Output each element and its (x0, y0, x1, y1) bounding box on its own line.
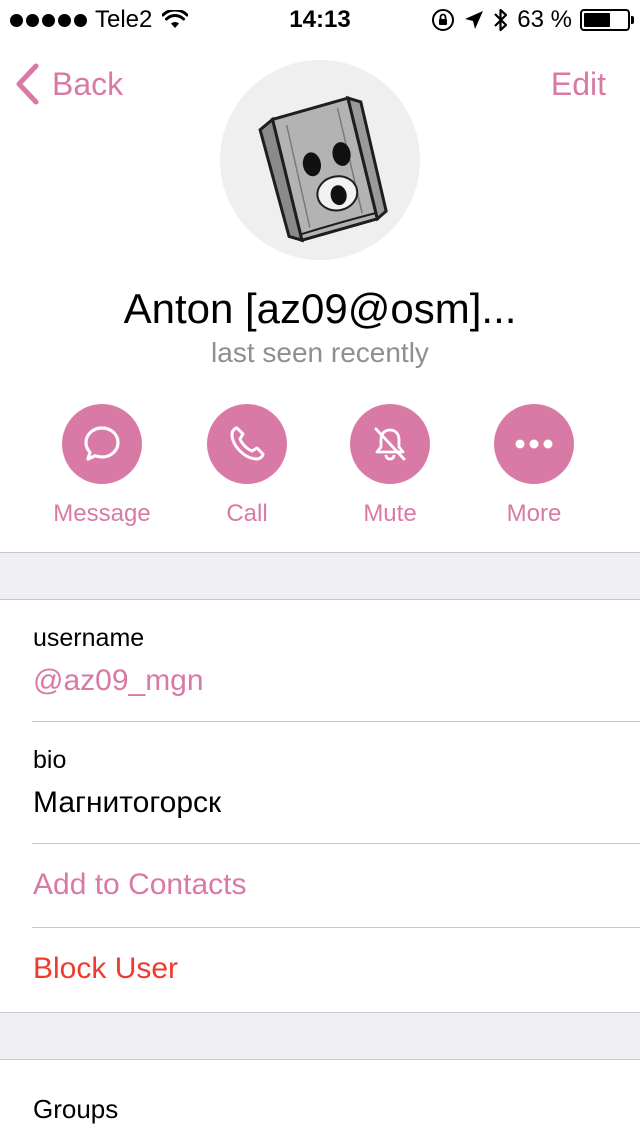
groups-label[interactable]: Groups (33, 1094, 118, 1125)
bell-slash-icon (374, 427, 406, 461)
last-seen-status: last seen recently (211, 337, 429, 368)
username-value[interactable]: @az09_mgn (33, 664, 204, 698)
paper-bag-avatar-image (220, 60, 420, 260)
chevron-left-icon (16, 63, 39, 105)
status-bar: Tele2 14:13 63 % (0, 0, 640, 40)
edit-button[interactable]: Edit (551, 60, 606, 108)
block-user-row[interactable]: Block User (0, 928, 640, 1012)
mute-button-circle (350, 404, 430, 484)
battery-icon (580, 9, 634, 31)
status-right: 63 % (431, 6, 634, 34)
bio-row[interactable]: bio Магнитогорск (0, 722, 640, 844)
battery-percentage: 63 % (517, 6, 572, 33)
mute-button[interactable]: Mute (318, 404, 462, 528)
mute-button-label: Mute (363, 500, 417, 527)
ellipsis-icon (515, 439, 553, 449)
bio-value: Магнитогорск (33, 786, 222, 819)
groups-row[interactable]: Groups (0, 1060, 640, 1136)
bluetooth-icon (494, 8, 508, 32)
call-button[interactable]: Call (175, 404, 319, 528)
bio-label: bio (33, 746, 67, 774)
location-arrow-icon (465, 11, 484, 29)
message-button[interactable]: Message (30, 404, 174, 528)
section-separator (0, 1012, 640, 1060)
username-row[interactable]: username @az09_mgn (0, 600, 640, 722)
add-to-contacts-button[interactable]: Add to Contacts (33, 868, 246, 902)
username-label: username (33, 624, 145, 652)
rotation-lock-icon (432, 9, 455, 31)
message-button-circle (62, 404, 142, 484)
back-button[interactable]: Back (14, 60, 123, 108)
phone-icon (230, 426, 265, 461)
more-button-label: More (506, 500, 562, 527)
profile-avatar[interactable] (220, 60, 420, 260)
profile-screen: Tele2 14:13 63 % Back Edit Anton [az09@o… (0, 0, 640, 1136)
more-button[interactable]: More (462, 404, 606, 528)
back-button-label: Back (52, 65, 124, 102)
action-bar: Message Call Mute More (0, 404, 640, 534)
profile-name: Anton [az09@osm]... (123, 285, 517, 332)
block-user-button[interactable]: Block User (33, 952, 178, 986)
section-separator (0, 552, 640, 600)
more-button-circle (494, 404, 574, 484)
call-button-label: Call (226, 500, 268, 527)
add-to-contacts-row[interactable]: Add to Contacts (0, 844, 640, 928)
call-button-circle (207, 404, 287, 484)
message-button-label: Message (53, 500, 151, 527)
chat-bubble-icon (84, 426, 120, 461)
